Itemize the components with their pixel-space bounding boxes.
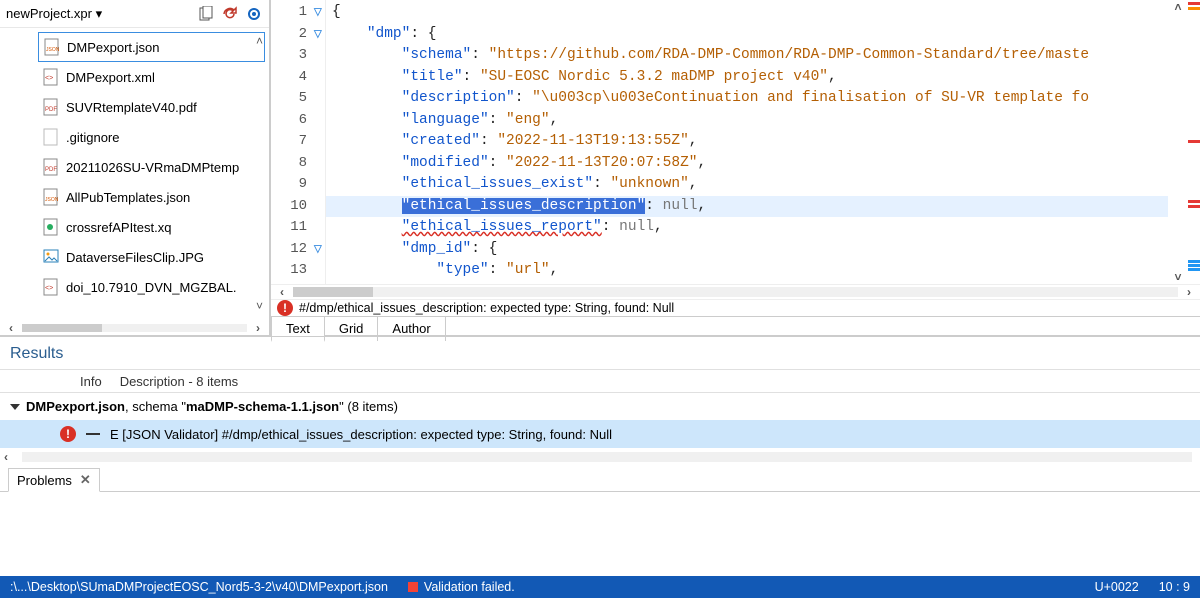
error-square-icon	[408, 582, 418, 592]
status-bar: :\...\Desktop\SUmaDMProjectEOSC_Nord5-3-…	[0, 576, 1200, 598]
file-item[interactable]: JSON AllPubTemplates.json	[0, 182, 269, 212]
json-file-icon: JSON	[43, 38, 61, 56]
collapse-icon[interactable]	[10, 404, 20, 410]
editor-hscroll[interactable]: ‹ ›	[271, 284, 1200, 299]
project-sidebar: newProject.xpr ▾ JSON DMPexport.json <> DMP…	[0, 0, 270, 335]
json-file-icon: JSON	[42, 188, 60, 206]
file-label: .gitignore	[66, 130, 119, 145]
inline-error-text: #/dmp/ethical_issues_description: expect…	[299, 301, 674, 315]
chevron-up-icon[interactable]: ˄	[256, 34, 263, 48]
chevron-down-icon[interactable]: ˅	[256, 299, 263, 313]
file-item[interactable]: PDF SUVRtemplateV40.pdf	[0, 92, 269, 122]
file-label: crossrefAPItest.xq	[66, 220, 171, 235]
chevron-right-icon[interactable]: ›	[1182, 285, 1196, 299]
results-tabs: Info Description - 8 items	[0, 369, 1200, 393]
img-file-icon	[42, 248, 60, 266]
chevron-right-icon[interactable]: ›	[251, 321, 265, 335]
sidebar-hscroll[interactable]: ‹ ›	[0, 321, 269, 335]
file-item[interactable]: <> doi_10.7910_DVN_MGZBAL.	[0, 272, 269, 302]
status-validation: Validation failed.	[424, 580, 515, 594]
svg-text:<>: <>	[45, 285, 53, 292]
close-icon[interactable]: ✕	[80, 472, 91, 488]
minus-icon[interactable]	[86, 433, 100, 435]
refresh-icon[interactable]	[221, 5, 239, 23]
gear-icon[interactable]	[245, 5, 263, 23]
svg-text:PDF: PDF	[45, 167, 57, 173]
file-label: SUVRtemplateV40.pdf	[66, 100, 197, 115]
results-error-row[interactable]: ! E [JSON Validator] #/dmp/ethical_issue…	[0, 420, 1200, 448]
pdf-file-icon: PDF	[42, 158, 60, 176]
marker-strip[interactable]	[1188, 0, 1200, 284]
file-list: JSON DMPexport.json <> DMPexport.xml PDF SUVR…	[0, 28, 269, 321]
chevron-left-icon[interactable]: ‹	[4, 450, 18, 464]
editor-panel: 1▽2▽3456789101112▽13 { "dmp": { "schema"…	[270, 0, 1200, 335]
status-codepoint: U+0022	[1095, 580, 1139, 594]
problems-tab[interactable]: Problems ✕	[8, 468, 100, 492]
file-label: AllPubTemplates.json	[66, 190, 190, 205]
editor-vscroll[interactable]: ˄ ˅	[1168, 0, 1188, 284]
chevron-left-icon[interactable]: ‹	[4, 321, 18, 335]
file-label: DMPexport.xml	[66, 70, 155, 85]
svg-text:<>: <>	[45, 75, 53, 82]
chevron-left-icon[interactable]: ‹	[275, 285, 289, 299]
error-icon: !	[277, 300, 293, 316]
status-path: :\...\Desktop\SUmaDMProjectEOSC_Nord5-3-…	[10, 580, 388, 594]
chevron-up-icon[interactable]: ˄	[1168, 0, 1188, 14]
error-icon: !	[60, 426, 76, 442]
xq-file-icon	[42, 218, 60, 236]
project-header: newProject.xpr ▾	[0, 0, 269, 28]
copy-icon[interactable]	[197, 5, 215, 23]
results-tab[interactable]: Info	[80, 374, 102, 389]
project-name[interactable]: newProject.xpr ▾	[6, 6, 102, 22]
results-panel: Results Info Description - 8 items DMPexp…	[0, 336, 1200, 492]
inline-error-bar: ! #/dmp/ethical_issues_description: expe…	[271, 299, 1200, 316]
file-item[interactable]: PDF 20211026SU-VRmaDMPtemp	[0, 152, 269, 182]
file-item[interactable]: JSON DMPexport.json	[38, 32, 265, 62]
file-label: doi_10.7910_DVN_MGZBAL.	[66, 280, 237, 295]
file-label: 20211026SU-VRmaDMPtemp	[66, 160, 239, 175]
results-hscroll[interactable]: ‹	[0, 448, 1200, 466]
xml-file-icon: <>	[42, 68, 60, 86]
results-tab[interactable]: Description - 8 items	[120, 374, 238, 389]
blank-file-icon	[42, 128, 60, 146]
code-editor[interactable]: { "dmp": { "schema": "https://github.com…	[326, 0, 1168, 284]
results-header: Results	[0, 337, 1200, 369]
file-item[interactable]: .gitignore	[0, 122, 269, 152]
file-item[interactable]: crossrefAPItest.xq	[0, 212, 269, 242]
svg-text:JSON: JSON	[45, 197, 59, 203]
svg-text:JSON: JSON	[46, 47, 60, 53]
svg-text:PDF: PDF	[45, 107, 57, 113]
file-label: DataverseFilesClip.JPG	[66, 250, 204, 265]
chevron-down-icon[interactable]: ˅	[1168, 270, 1188, 284]
status-caret-pos: 10 : 9	[1159, 580, 1190, 594]
xml-file-icon: <>	[42, 278, 60, 296]
file-item[interactable]: <> DMPexport.xml	[0, 62, 269, 92]
file-item[interactable]: DataverseFilesClip.JPG	[0, 242, 269, 272]
results-group-row[interactable]: DMPexport.json, schema "maDMP-schema-1.1…	[0, 393, 1200, 420]
line-gutter: 1▽2▽3456789101112▽13	[271, 0, 326, 284]
file-label: DMPexport.json	[67, 40, 159, 55]
pdf-file-icon: PDF	[42, 98, 60, 116]
